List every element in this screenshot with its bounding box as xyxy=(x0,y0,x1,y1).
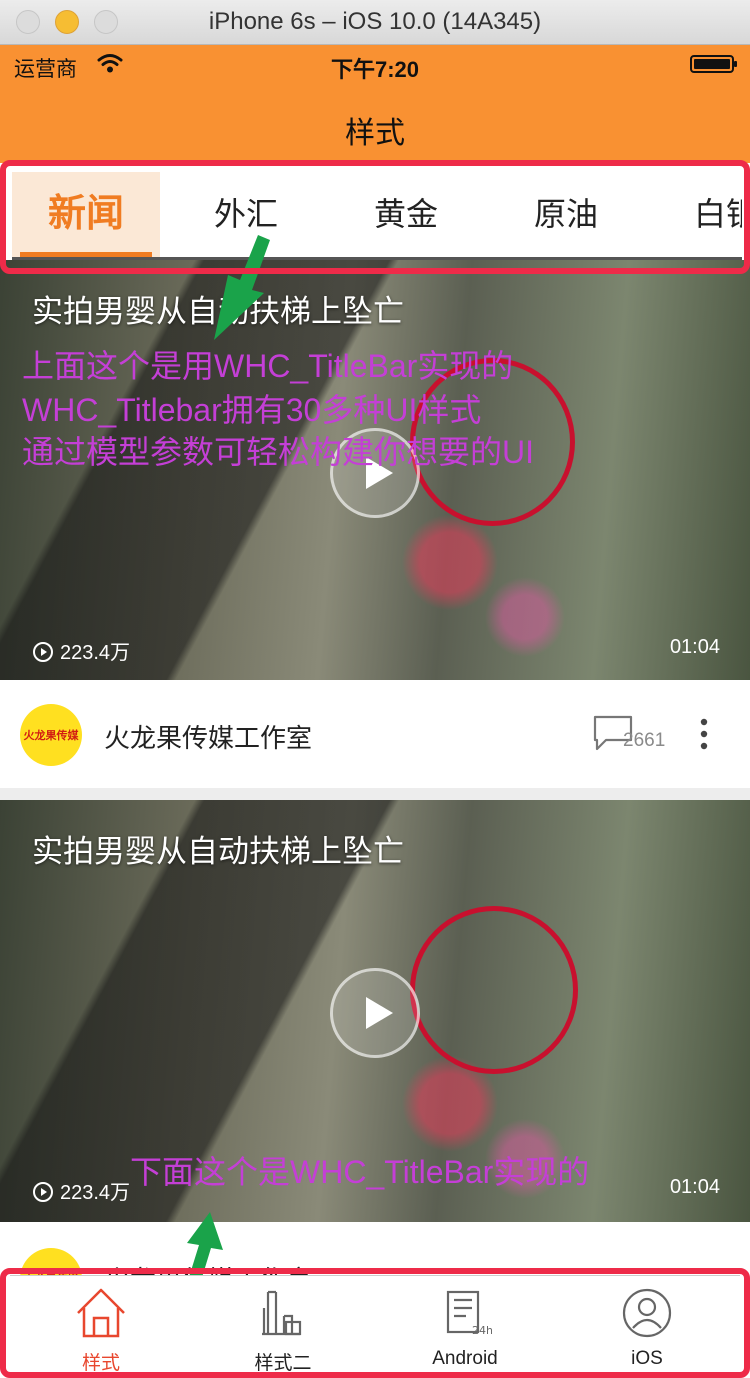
bottom-tab-label: iOS xyxy=(631,1348,663,1369)
user-icon xyxy=(622,1288,672,1338)
video-thumbnail[interactable]: 实拍男婴从自动扶梯上坠亡 223.4万 01:04 xyxy=(0,260,750,680)
view-count: 223.4万 xyxy=(32,636,130,665)
simulator-window: iPhone 6s – iOS 10.0 (14A345) 运营商 下午7:20… xyxy=(0,0,750,1378)
bottom-tab-bar: 样式 样式二 24h Android iOS xyxy=(10,1275,740,1374)
bottom-tab-label: 样式 xyxy=(81,1353,120,1374)
tab-label: 白银 xyxy=(693,196,742,232)
arrow-down-icon xyxy=(214,235,270,340)
more-icon[interactable] xyxy=(700,717,708,751)
battery-icon xyxy=(690,55,737,73)
tab-active-indicator xyxy=(20,252,152,257)
video-duration: 01:04 xyxy=(669,636,720,658)
tab-gold[interactable]: 黄金 xyxy=(332,172,480,257)
page-title: 样式 xyxy=(345,117,405,150)
annotation-line: WHC_Titlebar拥有30多种UI样式 xyxy=(22,392,482,428)
bottom-tab-android[interactable]: 24h Android xyxy=(374,1276,556,1371)
author-avatar[interactable]: 火龙果传媒 xyxy=(20,704,82,766)
video-info-row: 火龙果传媒 火龙果传媒工作室 2661 xyxy=(0,680,750,792)
avatar-logo-text: 火龙果传媒 xyxy=(23,730,79,742)
video-duration: 01:04 xyxy=(669,1176,720,1198)
divider xyxy=(0,788,750,800)
annotation-line: 下面这个是WHC_TitleBar实现的 xyxy=(130,1154,590,1190)
bottom-tab-style-two[interactable]: 样式二 xyxy=(192,1276,374,1374)
svg-text:24h: 24h xyxy=(472,1324,492,1337)
title-tab-bar: 新闻 外汇 黄金 原油 白银 xyxy=(12,172,742,260)
buildings-icon xyxy=(262,1290,302,1336)
tab-oil[interactable]: 原油 xyxy=(492,172,640,257)
annotation-line: 通过模型参数可轻松构建你想要的UI xyxy=(22,434,535,470)
play-circle-icon xyxy=(33,642,53,662)
play-circle-icon xyxy=(33,1182,53,1202)
view-count: 223.4万 xyxy=(32,1176,130,1205)
tab-label: 新闻 xyxy=(47,193,124,235)
author-name[interactable]: 火龙果传媒工作室 xyxy=(104,718,312,755)
bottom-tab-ios[interactable]: iOS xyxy=(556,1276,738,1371)
view-count-text: 223.4万 xyxy=(60,642,131,664)
tab-label: 外汇 xyxy=(213,196,278,232)
tab-label: 黄金 xyxy=(373,196,438,232)
highlight-circle xyxy=(410,906,578,1074)
tab-silver[interactable]: 白银 xyxy=(652,172,742,257)
window-title: iPhone 6s – iOS 10.0 (14A345) xyxy=(208,8,542,35)
play-button[interactable] xyxy=(330,968,420,1058)
bottom-tab-label: Android xyxy=(432,1348,498,1369)
tab-news[interactable]: 新闻 xyxy=(12,172,160,257)
video-title: 实拍男婴从自动扶梯上坠亡 xyxy=(32,834,404,869)
comment-count: 2661 xyxy=(623,730,666,751)
video-info-row: 火龙果传媒 火龙果传媒工作室 xyxy=(0,1222,750,1310)
news-24h-icon: 24h xyxy=(446,1290,492,1337)
play-icon xyxy=(366,997,393,1029)
status-time: 下午7:20 xyxy=(330,57,420,82)
home-icon xyxy=(77,1288,125,1338)
bottom-tab-label: 样式二 xyxy=(254,1353,312,1374)
window-title-bar: iPhone 6s – iOS 10.0 (14A345) xyxy=(0,0,750,45)
view-count-text: 223.4万 xyxy=(60,1182,131,1204)
bottom-tab-style[interactable]: 样式 xyxy=(10,1276,192,1374)
annotation-line: 上面这个是用WHC_TitleBar实现的 xyxy=(22,348,514,384)
tab-label: 原油 xyxy=(533,196,598,232)
